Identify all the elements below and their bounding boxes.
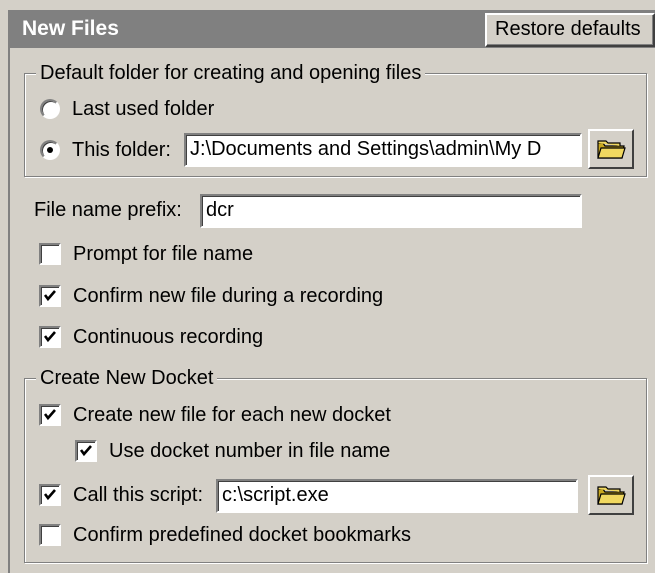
radio-selected-dot [47, 147, 53, 153]
folder-icon [597, 140, 626, 159]
confirm-new-file-label: Confirm new file during a recording [73, 284, 384, 307]
browse-folder-button[interactable] [588, 129, 634, 169]
continuous-recording-option[interactable]: Continuous recording [39, 324, 263, 350]
call-script-label: Call this script: [73, 483, 204, 506]
default-folder-legend: Default folder for creating and opening … [36, 62, 426, 84]
restore-defaults-button[interactable]: Restore defaults [485, 13, 655, 47]
last-used-folder-radio[interactable] [40, 99, 60, 119]
checkmark-icon [43, 290, 56, 302]
prompt-file-name-label: Prompt for file name [73, 242, 254, 265]
file-name-prefix-input[interactable]: dcr [200, 194, 582, 228]
create-new-file-checkbox[interactable] [39, 404, 61, 426]
checkmark-icon [79, 445, 92, 457]
confirm-bookmarks-checkbox[interactable] [39, 524, 61, 546]
last-used-folder-label: Last used folder [72, 97, 215, 120]
create-new-file-label: Create new file for each new docket [73, 403, 391, 426]
radio-last-used-folder[interactable]: Last used folder [40, 96, 214, 122]
confirm-bookmarks-label: Confirm predefined docket bookmarks [73, 523, 411, 546]
file-name-prefix-label: File name prefix: [34, 199, 182, 221]
radio-this-folder[interactable]: This folder: [40, 137, 171, 163]
prompt-file-name-option[interactable]: Prompt for file name [39, 241, 253, 267]
this-folder-radio[interactable] [40, 140, 60, 160]
folder-path-field[interactable]: J:\Documents and Settings\admin\My D [184, 133, 582, 167]
script-path-field[interactable]: c:\script.exe [216, 479, 578, 513]
use-docket-number-label: Use docket number in file name [109, 439, 391, 462]
call-script-checkbox[interactable] [39, 484, 61, 506]
create-new-file-option[interactable]: Create new file for each new docket [39, 402, 391, 428]
this-folder-label: This folder: [72, 138, 171, 161]
confirm-new-file-option[interactable]: Confirm new file during a recording [39, 283, 383, 309]
checkmark-icon [43, 489, 56, 501]
checkmark-icon [43, 409, 56, 421]
checkmark-icon [43, 331, 56, 343]
prompt-file-name-checkbox[interactable] [39, 243, 61, 265]
continuous-recording-label: Continuous recording [73, 325, 264, 348]
section-title: New Files [22, 17, 119, 40]
confirm-new-file-checkbox[interactable] [39, 285, 61, 307]
browse-script-button[interactable] [588, 475, 634, 515]
call-script-option[interactable]: Call this script: [39, 482, 203, 508]
confirm-bookmarks-option[interactable]: Confirm predefined docket bookmarks [39, 522, 411, 548]
use-docket-number-checkbox[interactable] [75, 440, 97, 462]
use-docket-number-option[interactable]: Use docket number in file name [75, 438, 390, 464]
folder-icon [597, 486, 626, 505]
create-new-docket-legend: Create New Docket [36, 367, 218, 389]
continuous-recording-checkbox[interactable] [39, 326, 61, 348]
